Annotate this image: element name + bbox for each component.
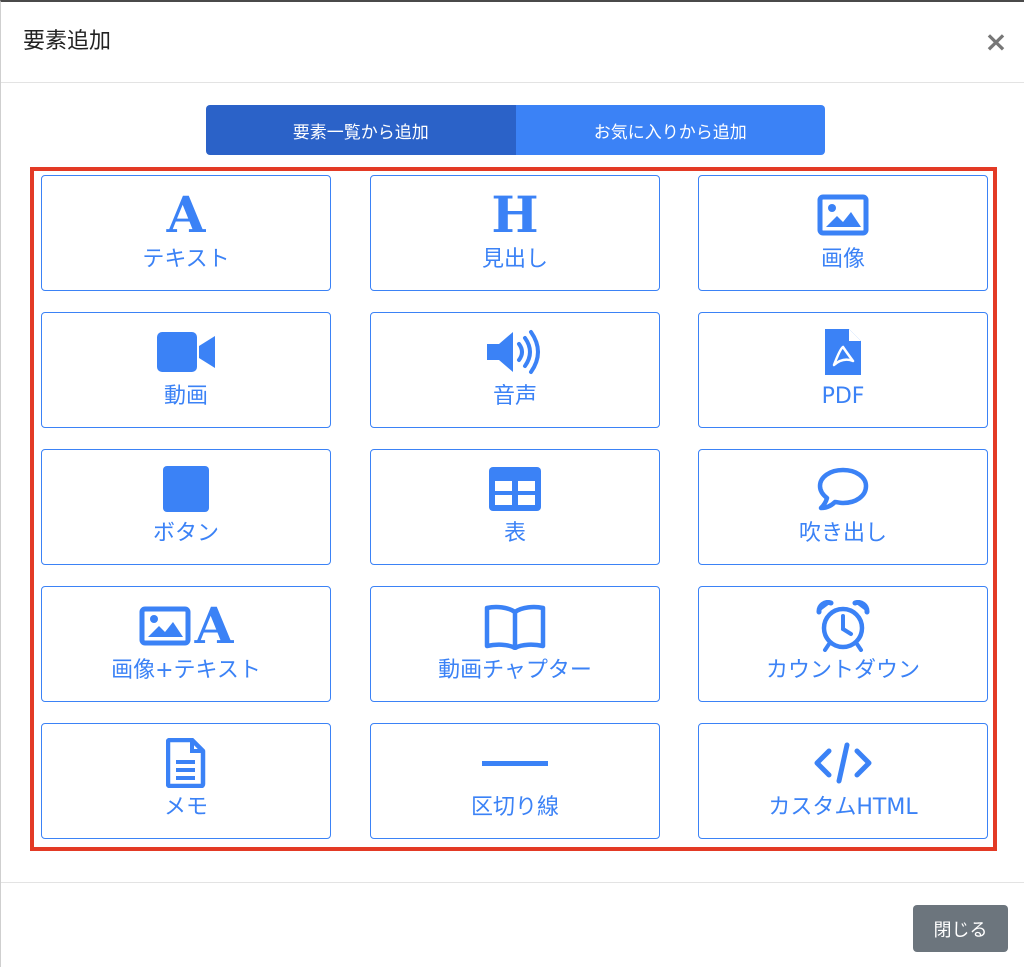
element-tile-video-chapter[interactable]: 動画チャプター [370, 586, 660, 702]
add-element-modal: 要素追加 × 要素一覧から追加 お気に入りから追加 A テキスト H 見出し 画… [0, 0, 1024, 967]
book-icon [371, 601, 659, 651]
element-label: 見出し [481, 247, 548, 272]
element-tile-custom-html[interactable]: カスタムHTML [698, 723, 988, 839]
element-label: 画像 [820, 247, 865, 272]
element-tile-table[interactable]: 表 [370, 449, 660, 565]
speech-bubble-icon [699, 464, 987, 514]
element-tile-image[interactable]: 画像 [698, 175, 988, 291]
square-button-icon [42, 464, 330, 514]
close-icon[interactable]: × [984, 28, 1008, 56]
pdf-file-icon [699, 327, 987, 377]
element-tile-video[interactable]: 動画 [41, 312, 331, 428]
text-a-icon: A [42, 190, 330, 240]
element-label: カスタムHTML [768, 795, 918, 820]
element-label: 動画 [163, 384, 208, 409]
element-label: ボタン [152, 521, 219, 546]
document-icon [42, 738, 330, 788]
element-label: テキスト [142, 247, 230, 272]
image-icon [699, 190, 987, 240]
code-icon [699, 738, 987, 788]
image-text-a-glyph: A [194, 596, 234, 655]
element-tile-text[interactable]: A テキスト [41, 175, 331, 291]
element-label: カウントダウン [765, 658, 920, 683]
heading-h-glyph: H [491, 185, 539, 244]
source-tabs: 要素一覧から追加 お気に入りから追加 [206, 105, 825, 155]
divider-line-icon [371, 738, 659, 788]
element-label: 動画チャプター [438, 658, 592, 683]
element-tile-speech-bubble[interactable]: 吹き出し [698, 449, 988, 565]
element-tile-audio[interactable]: 音声 [370, 312, 660, 428]
element-label: PDF [821, 384, 865, 409]
image-text-icon: A [42, 601, 330, 651]
table-icon [371, 464, 659, 514]
text-a-glyph: A [166, 185, 206, 244]
heading-h-icon: H [371, 190, 659, 240]
video-camera-icon [42, 327, 330, 377]
element-tile-pdf[interactable]: PDF [698, 312, 988, 428]
element-tile-image-text[interactable]: A 画像+テキスト [41, 586, 331, 702]
speaker-icon [371, 327, 659, 377]
modal-header: 要素追加 × [1, 2, 1024, 83]
close-button[interactable]: 閉じる [913, 905, 1008, 952]
footer-divider [1, 882, 1024, 883]
element-tile-button[interactable]: ボタン [41, 449, 331, 565]
element-tile-memo[interactable]: メモ [41, 723, 331, 839]
modal-title: 要素追加 [23, 29, 112, 54]
tab-element-list[interactable]: 要素一覧から追加 [206, 105, 516, 155]
element-label: 区切り線 [470, 795, 559, 820]
element-tile-countdown[interactable]: カウントダウン [698, 586, 988, 702]
element-tile-heading[interactable]: H 見出し [370, 175, 660, 291]
tab-favorites[interactable]: お気に入りから追加 [515, 105, 825, 155]
element-label: メモ [163, 795, 208, 820]
alarm-clock-icon [699, 600, 987, 652]
element-label: 音声 [492, 384, 537, 409]
element-label: 表 [503, 521, 526, 546]
element-label: 吹き出し [798, 521, 887, 546]
element-tile-divider[interactable]: 区切り線 [370, 723, 660, 839]
element-label: 画像+テキスト [111, 658, 261, 683]
